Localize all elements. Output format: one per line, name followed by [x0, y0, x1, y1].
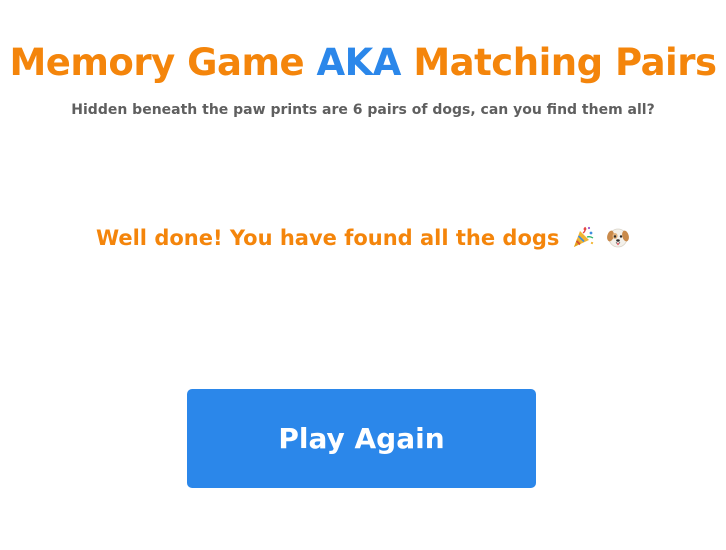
game-instructions: Hidden beneath the paw prints are 6 pair… [71, 102, 655, 118]
party-popper-icon [571, 225, 595, 249]
title-memory-game: Memory Game [9, 40, 317, 84]
title-aka: AKA [316, 40, 401, 84]
win-message-text: Well done! You have found all the dogs [95, 226, 560, 250]
dog-face-icon [606, 225, 630, 249]
title-matching-pairs: Matching Pairs [400, 40, 717, 84]
page-title: Memory Game AKA Matching Pairs [0, 37, 726, 89]
win-message: Well done! You have found all the dogs [0, 223, 726, 253]
play-again-button[interactable]: Play Again [187, 389, 536, 488]
